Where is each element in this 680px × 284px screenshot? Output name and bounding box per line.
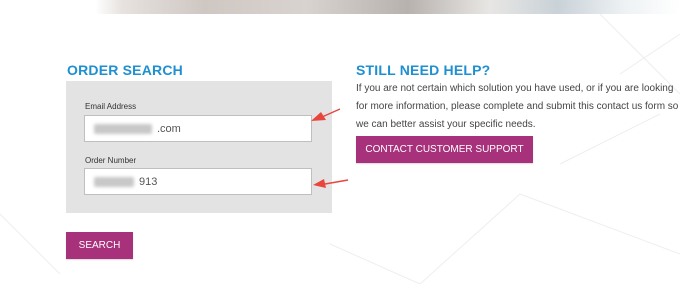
- order-search-form: Email Address Order Number: [66, 81, 332, 213]
- hero-banner-strip: [0, 0, 680, 14]
- redacted-order-mask: [94, 177, 134, 187]
- redacted-email-mask: [94, 124, 152, 134]
- order-search-title: ORDER SEARCH: [67, 62, 183, 78]
- help-title: STILL NEED HELP?: [356, 62, 491, 78]
- email-label: Email Address: [85, 102, 137, 111]
- help-description: If you are not certain which solution yo…: [356, 83, 679, 130]
- order-number-label: Order Number: [85, 156, 137, 165]
- search-button[interactable]: SEARCH: [66, 232, 133, 259]
- contact-support-button[interactable]: CONTACT CUSTOMER SUPPORT: [356, 136, 533, 163]
